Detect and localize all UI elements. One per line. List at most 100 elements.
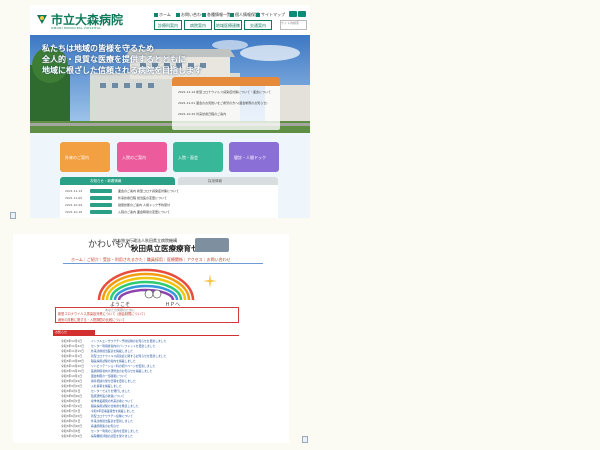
news-title: 外来診療日程 担当医の変更について <box>118 196 167 200</box>
row-title[interactable]: 療育相談の受付日程を更新しました <box>91 379 136 383</box>
nav-departments[interactable]: 診療科案内 <box>154 20 182 30</box>
medical-center-screenshot[interactable]: かわいもん 地方独立行政法人秋田県立病院機構 秋田県立医療療育センター ホーム｜… <box>13 234 289 443</box>
sitemap-icon <box>256 13 260 17</box>
row-title[interactable]: 新型コロナウイルス感染症に関するお知らせを更新しました <box>91 354 166 358</box>
tab-news[interactable]: お知らせ・新着情報 <box>60 177 175 185</box>
row-date: 令和3年9月1日 <box>61 389 81 393</box>
news-date: 2021.10.29 <box>65 203 83 207</box>
tab-recruit[interactable]: 採用情報 <box>178 177 278 185</box>
hero-news-item[interactable]: 2021.10.29 外来診療日程のご案内 <box>178 112 226 116</box>
row-title[interactable]: センターだよりを発行しました <box>91 389 130 393</box>
utility-link-sitemap[interactable]: サイトマップ <box>256 12 285 18</box>
row-date: 令和3年8月2日 <box>61 399 81 403</box>
category-badge <box>90 203 112 207</box>
row-date: 令和3年6月1日 <box>61 419 81 423</box>
utility-link-home[interactable]: ホーム <box>154 12 171 18</box>
broken-image-icon <box>302 436 308 443</box>
list-icon <box>202 13 206 17</box>
row-date: 令和3年10月28日 <box>61 359 84 363</box>
row-title[interactable]: 医療関係者向け研修会のお知らせを掲載しました <box>91 369 152 373</box>
site-logo-english: OMORI MUNICIPAL HOSPITAL <box>51 26 102 30</box>
mail-icon <box>176 13 180 17</box>
row-title[interactable]: 令和2年度事業報告を掲載しました <box>91 409 135 413</box>
row-title[interactable]: 病院機能評価の認定を受けました <box>91 434 133 438</box>
site-search-input[interactable]: サイト内検索 <box>280 20 307 30</box>
row-date: 令和3年11月22日 <box>61 344 84 348</box>
hero-news-item[interactable]: 2021.11.01 面会のお見舞いをご希望の方へ(面会制限のお知らせ) <box>178 101 267 105</box>
hero-news-panel <box>172 80 280 130</box>
card-label: 入院のご案内 <box>122 155 146 160</box>
row-title[interactable]: 夏季休業期間の外来診療について <box>91 399 133 403</box>
row-title[interactable]: 新型コロナワクチン接種について <box>91 414 133 418</box>
row-title[interactable]: リハビリテーション科の紹介ページを更新しました <box>91 364 155 368</box>
utility-link-contact[interactable]: お問い合わせ <box>176 12 205 18</box>
row-date: 令和3年12月1日 <box>61 339 83 343</box>
row-date: 令和3年11月15日 <box>61 349 84 353</box>
news-list: 2021.11.14 面会のご案内 新型コロナ感染症対策について 2021.11… <box>60 185 278 218</box>
hero-news-header <box>172 77 280 86</box>
notice-link[interactable]: 病気の診断に関する・入院期間の比較について <box>58 317 125 322</box>
row-title[interactable]: 職員採用試験の合格者を発表しました <box>91 404 139 408</box>
row-title[interactable]: 外来診療担当医表を更新しました <box>91 419 133 423</box>
news-date: 2021.10.18 <box>65 210 83 214</box>
lock-icon <box>230 13 234 17</box>
hero-copy-line-3: 地域に根ざした信頼される病院を目指します <box>42 66 202 75</box>
news-title: 面会のご案内 新型コロナ感染症対策について <box>118 189 179 193</box>
notice-link[interactable]: 新型コロナウイルス感染症対策について（面会制限について） <box>58 311 147 316</box>
row-date: 令和3年8月20日 <box>61 394 83 398</box>
row-date: 令和3年5月6日 <box>61 429 81 433</box>
nav-divider <box>63 263 263 264</box>
category-badge <box>90 196 112 200</box>
nav-access[interactable]: 交通案内 <box>244 20 272 30</box>
card-outpatient[interactable]: 外来のご案内 <box>60 142 110 172</box>
nav-about[interactable]: 病院案内 <box>184 20 212 30</box>
row-title[interactable]: センター利用のご案内を更新しました <box>91 429 139 433</box>
row-title[interactable]: 入札情報を掲載しました <box>91 384 122 388</box>
utility-link-privacy[interactable]: 個人情報保護 <box>230 12 259 18</box>
category-badge <box>90 189 112 193</box>
card-checkup[interactable]: 健診・人間ドック <box>229 142 279 172</box>
news-title: 健康診断のご案内 人間ドック予約受付 <box>118 203 170 207</box>
row-date: 令和3年9月24日 <box>61 379 83 383</box>
card-label: 健診・人間ドック <box>234 155 266 160</box>
card-label: 外来のご案内 <box>65 155 89 160</box>
row-title[interactable]: 職員採用試験の案内を掲載しました <box>91 359 136 363</box>
home-icon <box>154 13 158 17</box>
tab-news-label: お知らせ・新着情報 <box>90 179 122 183</box>
row-date: 令和3年7月21日 <box>61 404 83 408</box>
row-title[interactable]: 面会制限の一部緩和について <box>91 374 127 378</box>
row-date: 令和3年10月1日 <box>61 374 83 378</box>
hospital-site-screenshot[interactable]: 市立大森病院 OMORI MUNICIPAL HOSPITAL ホーム お問い合… <box>30 5 310 218</box>
row-date: 令和3年9月15日 <box>61 384 83 388</box>
news-date: 2021.11.14 <box>65 189 83 193</box>
row-title[interactable]: 臨床研修医の募集について <box>91 394 124 398</box>
language-button[interactable] <box>298 11 306 17</box>
broken-image-icon <box>10 212 16 219</box>
row-date: 令和3年10月15日 <box>61 369 84 373</box>
news-title: 入院のご案内 面会時間の変更について <box>118 210 170 214</box>
row-date: 令和3年4月15日 <box>61 434 83 438</box>
nav-regional-care[interactable]: 地域医療連携 <box>214 20 242 30</box>
sparkle-icon <box>203 274 217 288</box>
building-photo <box>195 238 229 252</box>
card-visiting[interactable]: 入院・面会 <box>173 142 223 172</box>
tab-recruit-label: 採用情報 <box>208 179 222 183</box>
row-title[interactable]: 看護師募集のお知らせ <box>91 424 119 428</box>
news-section-divider <box>53 335 239 336</box>
text-size-button[interactable] <box>289 11 297 17</box>
utility-link-info-list[interactable]: 各種情報一覧 <box>202 12 231 18</box>
row-title[interactable]: センター利用者案内のパンフレットを更新しました <box>91 344 155 348</box>
category-badge <box>90 210 112 214</box>
rainbow-illustration <box>97 268 195 301</box>
notice-box: 新型コロナウイルス感染症対策について（面会制限について） 病気の診断に関する・入… <box>55 307 239 323</box>
row-date: 令和3年11月1日 <box>61 354 83 358</box>
hero-news-item[interactable]: 2021.11.14 新型コロナウイルス感染症対策について・面会について <box>178 90 271 94</box>
table-row[interactable]: 令和3年4月15日 病院機能評価の認定を受けました <box>61 434 241 439</box>
row-date: 令和3年6月15日 <box>61 414 83 418</box>
hero-copy-line-1: 私たちは地域の皆様を守るため <box>42 44 154 53</box>
row-title[interactable]: 外来診療担当医表を掲載しました <box>91 349 133 353</box>
row-title[interactable]: インフルエンザワクチン予防接種のお知らせを更新しました <box>91 339 166 343</box>
hospital-logo-icon <box>37 15 47 24</box>
row-date: 令和3年5月20日 <box>61 424 83 428</box>
card-inpatient[interactable]: 入院のご案内 <box>117 142 167 172</box>
